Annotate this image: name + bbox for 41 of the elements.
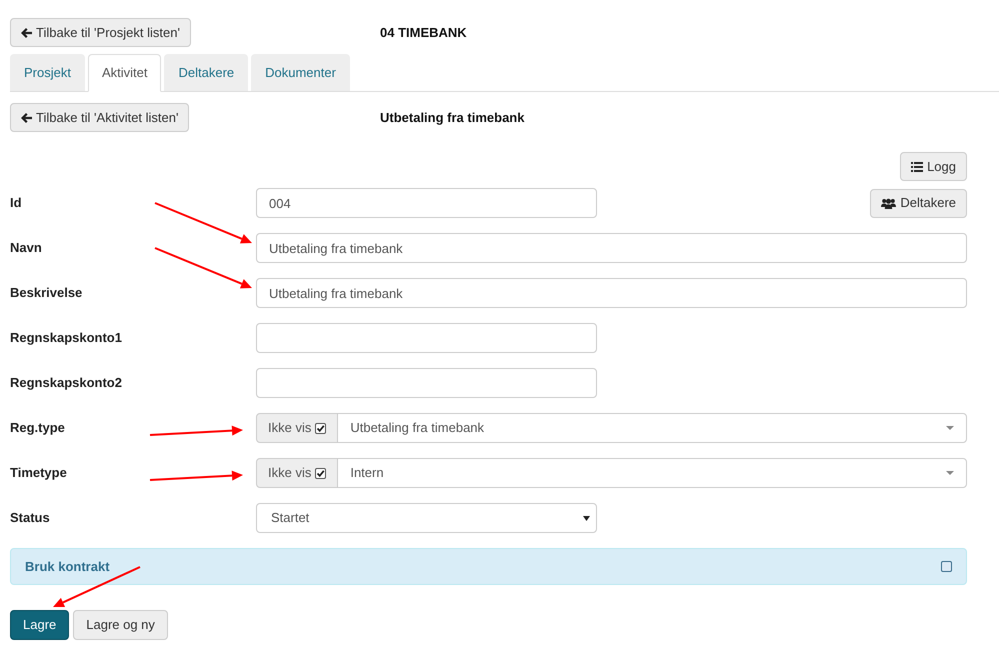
users-icon [881,198,896,208]
save-and-new-button[interactable]: Lagre og ny [73,610,168,640]
checkbox[interactable] [315,468,326,478]
panel-title: Bruk kontrakt [25,558,110,576]
list-icon [911,162,924,172]
arrow-left-icon [21,112,32,122]
field-label: Reg.type [10,419,66,438]
checkbox[interactable] [941,561,952,572]
tab[interactable]: Aktivitet [88,54,162,92]
back-button[interactable]: Tilbake til 'Aktivitet listen' [10,103,190,132]
text-field[interactable]: Utbetaling fra timebank [256,278,967,308]
tab[interactable]: Prosjekt [10,54,85,91]
text-field[interactable] [256,368,597,398]
save-button[interactable]: Lagre [10,610,70,640]
text-field[interactable]: 004 [256,188,597,218]
log-button[interactable]: Logg [900,152,967,181]
text-field[interactable] [256,323,597,353]
caret-down-icon [946,471,954,475]
field-label: Status [10,509,51,528]
participants-button[interactable]: Deltakere [870,188,967,218]
field-label: Timetype [10,464,68,482]
field-label: Navn [10,239,43,258]
arrow-left-icon [21,28,32,38]
checkbox[interactable] [315,422,326,434]
page-title: 04 TIMEBANK [380,24,467,42]
tab[interactable]: Dokumenter [251,54,350,91]
dropdown[interactable]: Startet [256,503,597,533]
tab[interactable]: Deltakere [164,54,248,91]
caret-down-icon [946,426,954,430]
checkbox-label: Ikke vis [268,419,312,438]
activity-title: Utbetaling fra timebank [380,108,524,127]
dropdown[interactable]: Utbetaling fra timebank [337,413,967,443]
field-label: Regnskapskonto2 [10,374,123,392]
text-field[interactable]: Utbetaling fra timebank [256,233,967,263]
field-label: Id [10,194,23,212]
checkbox-label: Ikke vis [268,464,312,482]
field-label: Regnskapskonto1 [10,329,123,348]
caret-down-icon [583,516,590,520]
back-button[interactable]: Tilbake til 'Prosjekt listen' [10,18,191,47]
field-label: Beskrivelse [10,284,84,302]
dropdown[interactable]: Intern [337,458,967,488]
